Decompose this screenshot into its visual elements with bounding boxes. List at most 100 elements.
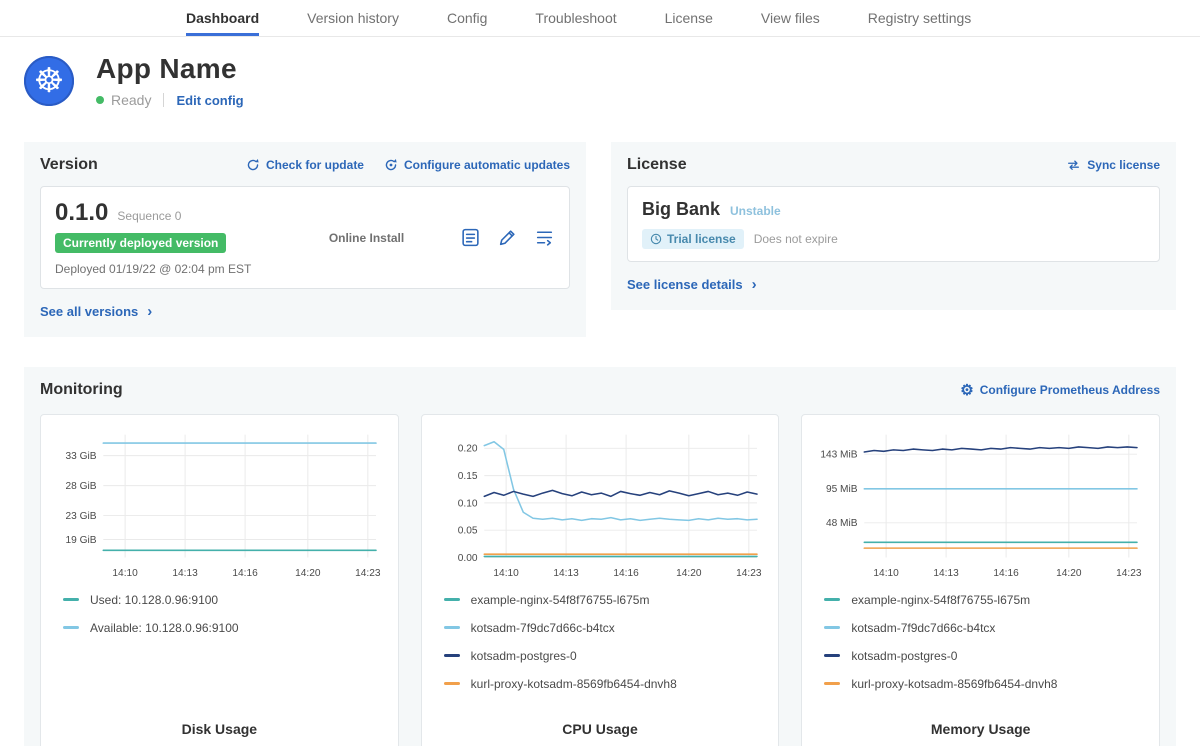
legend-item: kotsadm-postgres-0	[444, 649, 767, 663]
see-license-details-label: See license details	[627, 277, 743, 292]
cards-row: Version Check for update Configure autom…	[24, 142, 1176, 337]
edit-config-icon[interactable]	[497, 227, 518, 248]
svg-text:14:20: 14:20	[1056, 568, 1082, 579]
tab-license[interactable]: License	[665, 0, 713, 36]
legend-label: kotsadm-7f9dc7d66c-b4tcx	[851, 621, 995, 635]
license-section: License Sync license Big Bank Unstable	[611, 142, 1176, 310]
legend-label: Available: 10.128.0.96:9100	[90, 621, 239, 635]
legend-item: kurl-proxy-kotsadm-8569fb6454-dnvh8	[444, 677, 767, 691]
see-all-versions-link[interactable]: See all versions ›	[40, 304, 152, 319]
svg-text:0.15: 0.15	[457, 471, 477, 482]
license-card: Big Bank Unstable Trial license Does not…	[627, 186, 1160, 262]
sequence-label: Sequence 0	[117, 209, 181, 223]
tab-troubleshoot[interactable]: Troubleshoot	[535, 0, 616, 36]
svg-text:14:23: 14:23	[736, 568, 762, 579]
svg-text:48 MiB: 48 MiB	[826, 518, 858, 529]
tab-registry-settings[interactable]: Registry settings	[868, 0, 971, 36]
edit-config-link[interactable]: Edit config	[176, 93, 243, 108]
tab-config[interactable]: Config	[447, 0, 487, 36]
install-type-label: Online Install	[273, 231, 460, 245]
legend-color-dash	[444, 626, 460, 629]
legend-color-dash	[824, 598, 840, 601]
kubernetes-logo-icon: ☸	[24, 56, 74, 106]
tab-view-files[interactable]: View files	[761, 0, 820, 36]
configure-automatic-updates-link[interactable]: Configure automatic updates	[384, 158, 570, 172]
monitoring-section-title: Monitoring	[40, 381, 123, 399]
cpu-usage-title: CPU Usage	[434, 721, 767, 737]
refresh-icon	[246, 158, 260, 172]
chevron-right-icon: ›	[752, 277, 757, 292]
svg-text:0.10: 0.10	[457, 498, 477, 509]
currently-deployed-badge: Currently deployed version	[55, 233, 226, 253]
legend-item: Available: 10.128.0.96:9100	[63, 621, 386, 635]
app-header: ☸ App Name Ready Edit config	[24, 53, 1176, 108]
svg-text:14:13: 14:13	[553, 568, 579, 579]
svg-text:33 GiB: 33 GiB	[66, 451, 97, 462]
release-notes-icon[interactable]	[460, 227, 481, 248]
legend-color-dash	[444, 682, 460, 685]
configure-automatic-updates-label: Configure automatic updates	[404, 158, 570, 172]
see-license-details-link[interactable]: See license details ›	[627, 277, 757, 292]
legend-color-dash	[444, 654, 460, 657]
license-expiry: Does not expire	[754, 232, 838, 246]
svg-text:14:10: 14:10	[493, 568, 519, 579]
legend-color-dash	[824, 682, 840, 685]
chevron-right-icon: ›	[147, 304, 152, 319]
memory-usage-chart-card: 14:1014:1314:1614:2014:23143 MiB95 MiB48…	[801, 414, 1160, 746]
status-text: Ready	[111, 92, 151, 108]
tab-dashboard[interactable]: Dashboard	[186, 0, 259, 36]
configure-prometheus-label: Configure Prometheus Address	[980, 383, 1160, 397]
legend-label: Used: 10.128.0.96:9100	[90, 593, 218, 607]
see-all-versions-label: See all versions	[40, 304, 138, 319]
version-section: Version Check for update Configure autom…	[24, 142, 586, 337]
trial-license-label: Trial license	[667, 232, 736, 246]
disk-usage-chart: 14:1014:1314:1614:2014:2333 GiB28 GiB23 …	[53, 425, 386, 585]
sync-license-label: Sync license	[1087, 158, 1160, 172]
deploy-logs-icon[interactable]	[534, 227, 555, 248]
app-title: App Name	[96, 53, 244, 85]
memory-usage-title: Memory Usage	[814, 721, 1147, 737]
svg-text:95 MiB: 95 MiB	[826, 484, 858, 495]
svg-text:23 GiB: 23 GiB	[66, 511, 97, 522]
check-for-update-link[interactable]: Check for update	[246, 158, 364, 172]
disk-usage-legend: Used: 10.128.0.96:9100 Available: 10.128.…	[53, 593, 386, 635]
disk-usage-title: Disk Usage	[53, 721, 386, 737]
legend-label: example-nginx-54f8f76755-l675m	[471, 593, 650, 607]
svg-text:14:23: 14:23	[1116, 568, 1142, 579]
legend-item: kurl-proxy-kotsadm-8569fb6454-dnvh8	[824, 677, 1147, 691]
version-section-title: Version	[40, 156, 98, 174]
license-channel: Unstable	[730, 204, 781, 218]
legend-label: example-nginx-54f8f76755-l675m	[851, 593, 1030, 607]
version-number: 0.1.0	[55, 199, 108, 227]
license-section-title: License	[627, 156, 687, 174]
legend-label: kotsadm-postgres-0	[851, 649, 957, 663]
cpu-usage-chart-card: 14:1014:1314:1614:2014:230.200.150.100.0…	[421, 414, 780, 746]
svg-text:0.20: 0.20	[457, 444, 477, 455]
legend-color-dash	[824, 626, 840, 629]
legend-color-dash	[63, 598, 79, 601]
legend-item: kotsadm-postgres-0	[824, 649, 1147, 663]
svg-text:14:13: 14:13	[934, 568, 960, 579]
cpu-usage-legend: example-nginx-54f8f76755-l675m kotsadm-7f…	[434, 593, 767, 691]
svg-text:14:20: 14:20	[676, 568, 702, 579]
svg-text:14:16: 14:16	[613, 568, 639, 579]
sync-license-link[interactable]: Sync license	[1066, 158, 1160, 172]
legend-item: kotsadm-7f9dc7d66c-b4tcx	[444, 621, 767, 635]
legend-color-dash	[63, 626, 79, 629]
legend-item: Used: 10.128.0.96:9100	[63, 593, 386, 607]
sync-icon	[1066, 158, 1081, 172]
trial-license-badge: Trial license	[642, 229, 744, 249]
svg-text:14:13: 14:13	[172, 568, 198, 579]
svg-text:19 GiB: 19 GiB	[66, 535, 97, 546]
configure-prometheus-link[interactable]: ⚙ Configure Prometheus Address	[960, 383, 1160, 398]
svg-text:14:23: 14:23	[355, 568, 381, 579]
tab-version-history[interactable]: Version history	[307, 0, 399, 36]
svg-text:14:16: 14:16	[994, 568, 1020, 579]
svg-text:14:10: 14:10	[874, 568, 900, 579]
svg-text:14:16: 14:16	[232, 568, 258, 579]
app-status-row: Ready Edit config	[96, 92, 244, 108]
svg-text:14:10: 14:10	[112, 568, 138, 579]
check-for-update-label: Check for update	[266, 158, 364, 172]
svg-text:28 GiB: 28 GiB	[66, 481, 97, 492]
dashboard-page: ☸ App Name Ready Edit config Version	[0, 53, 1200, 746]
